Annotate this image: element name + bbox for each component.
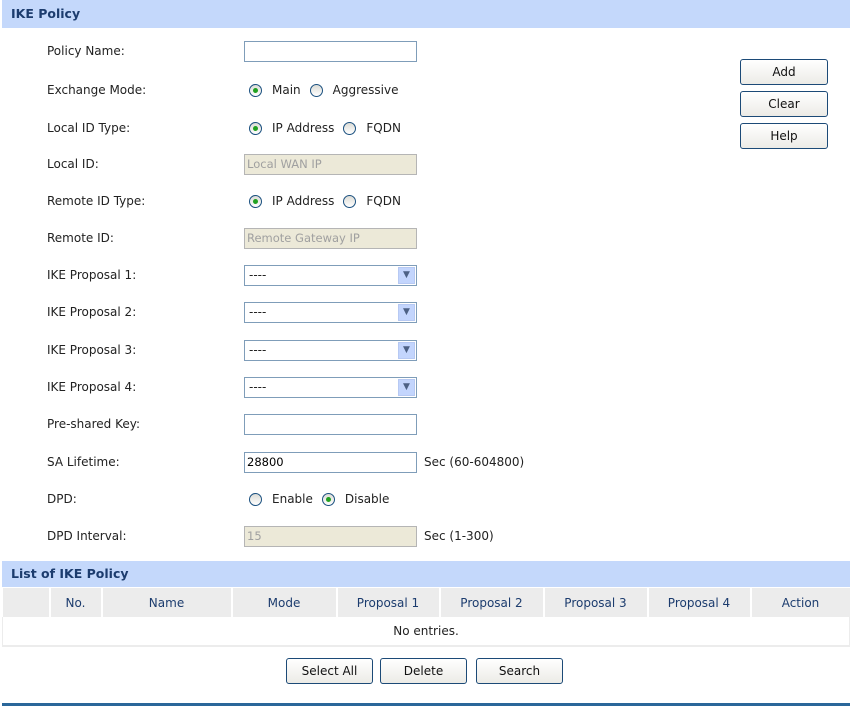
- policy-name-label: Policy Name:: [47, 44, 125, 58]
- sa-lifetime-range: Sec (60-604800): [424, 455, 525, 469]
- dpd-row: DPD: Enable Disable: [0, 487, 740, 511]
- local-id-row: Local ID:: [0, 152, 740, 176]
- psk-label: Pre-shared Key:: [47, 417, 141, 431]
- policy-name-row: Policy Name:: [0, 39, 740, 63]
- col-proposal-1: Proposal 1: [335, 588, 440, 617]
- aggressive-label: Aggressive: [332, 83, 399, 97]
- ike-proposal-3-select[interactable]: ---- ▼: [244, 339, 417, 361]
- ike-proposal-4-row: IKE Proposal 4: ---- ▼: [0, 375, 740, 399]
- selected-value: ----: [249, 379, 267, 394]
- clear-button[interactable]: Clear: [740, 91, 828, 117]
- exchange-mode-main-radio[interactable]: [249, 83, 262, 97]
- col-proposal-2: Proposal 2: [438, 588, 544, 617]
- ike-proposal-3-label: IKE Proposal 3:: [47, 343, 137, 357]
- table-row: No entries.: [2, 617, 850, 647]
- col-name: Name: [100, 588, 232, 617]
- ike-proposal-1-label: IKE Proposal 1:: [47, 268, 137, 282]
- ike-proposal-4-select[interactable]: ---- ▼: [244, 376, 417, 398]
- ip-address-label: IP Address: [272, 194, 335, 208]
- delete-button[interactable]: Delete: [380, 658, 467, 684]
- policy-name-input[interactable]: [244, 40, 417, 62]
- local-id-ip-radio[interactable]: [249, 121, 262, 135]
- ike-proposal-4-label: IKE Proposal 4:: [47, 380, 137, 394]
- selected-value: ----: [249, 304, 267, 319]
- main-label: Main: [272, 83, 301, 97]
- selected-value: ----: [249, 342, 267, 357]
- select-all-button[interactable]: Select All: [286, 658, 373, 684]
- selected-value: ----: [249, 267, 267, 282]
- chevron-down-icon: ▼: [398, 303, 415, 321]
- dpd-interval-range: Sec (1-300): [424, 529, 494, 543]
- fqdn-label: FQDN: [366, 194, 401, 208]
- local-id-input: [244, 153, 417, 175]
- exchange-mode-label: Exchange Mode:: [47, 83, 147, 97]
- no-entries-text: No entries.: [2, 617, 850, 647]
- local-id-type-label: Local ID Type:: [47, 121, 131, 135]
- ike-proposal-1-select[interactable]: ---- ▼: [244, 264, 417, 286]
- add-button[interactable]: Add: [740, 59, 828, 85]
- remote-id-type-row: Remote ID Type: IP Address FQDN: [0, 189, 740, 213]
- chevron-down-icon: ▼: [398, 341, 415, 359]
- remote-id-input: [244, 227, 417, 249]
- list-header: List of IKE Policy: [2, 561, 850, 587]
- local-id-fqdn-radio[interactable]: [343, 121, 357, 135]
- sa-lifetime-input[interactable]: [244, 451, 417, 473]
- exchange-mode-row: Exchange Mode: Main Aggressive: [0, 78, 740, 102]
- remote-id-row: Remote ID:: [0, 226, 740, 250]
- ike-proposal-2-select[interactable]: ---- ▼: [244, 301, 417, 323]
- disable-label: Disable: [344, 492, 390, 506]
- help-button[interactable]: Help: [740, 123, 828, 149]
- bottom-divider: [2, 703, 850, 706]
- enable-label: Enable: [272, 492, 313, 506]
- col-action: Action: [749, 588, 850, 617]
- chevron-down-icon: ▼: [398, 266, 415, 284]
- ip-address-label: IP Address: [272, 121, 335, 135]
- remote-id-label: Remote ID:: [47, 231, 114, 245]
- col-proposal-4: Proposal 4: [646, 588, 751, 617]
- local-id-label: Local ID:: [47, 157, 99, 171]
- ike-policy-table: No. Name Mode Proposal 1 Proposal 2 Prop…: [2, 588, 850, 647]
- exchange-mode-aggressive-radio[interactable]: [309, 83, 323, 97]
- psk-row: Pre-shared Key:: [0, 412, 740, 436]
- col-proposal-3: Proposal 3: [542, 588, 648, 617]
- col-no: No.: [48, 588, 102, 617]
- dpd-interval-row: DPD Interval: Sec (1-300): [0, 524, 740, 548]
- remote-id-fqdn-radio[interactable]: [343, 194, 357, 208]
- sa-lifetime-label: SA Lifetime:: [47, 455, 120, 469]
- dpd-disable-radio[interactable]: [321, 492, 335, 506]
- dpd-label: DPD:: [47, 492, 77, 506]
- ike-proposal-1-row: IKE Proposal 1: ---- ▼: [0, 263, 740, 287]
- table-header-row: No. Name Mode Proposal 1 Proposal 2 Prop…: [2, 588, 850, 617]
- ike-proposal-3-row: IKE Proposal 3: ---- ▼: [0, 338, 740, 362]
- remote-id-type-label: Remote ID Type:: [47, 194, 146, 208]
- dpd-interval-label: DPD Interval:: [47, 529, 127, 543]
- sa-lifetime-row: SA Lifetime: Sec (60-604800): [0, 450, 740, 474]
- ike-proposal-2-label: IKE Proposal 2:: [47, 305, 137, 319]
- col-mode: Mode: [230, 588, 337, 617]
- local-id-type-row: Local ID Type: IP Address FQDN: [0, 116, 740, 140]
- chevron-down-icon: ▼: [398, 378, 415, 396]
- dpd-enable-radio[interactable]: [249, 492, 262, 506]
- search-button[interactable]: Search: [476, 658, 563, 684]
- ike-proposal-2-row: IKE Proposal 2: ---- ▼: [0, 300, 740, 324]
- remote-id-ip-radio[interactable]: [249, 194, 262, 208]
- dpd-interval-input: [244, 525, 417, 547]
- fqdn-label: FQDN: [366, 121, 401, 135]
- psk-input[interactable]: [244, 413, 417, 435]
- col-select: [2, 588, 50, 617]
- ike-policy-header: IKE Policy: [2, 0, 850, 28]
